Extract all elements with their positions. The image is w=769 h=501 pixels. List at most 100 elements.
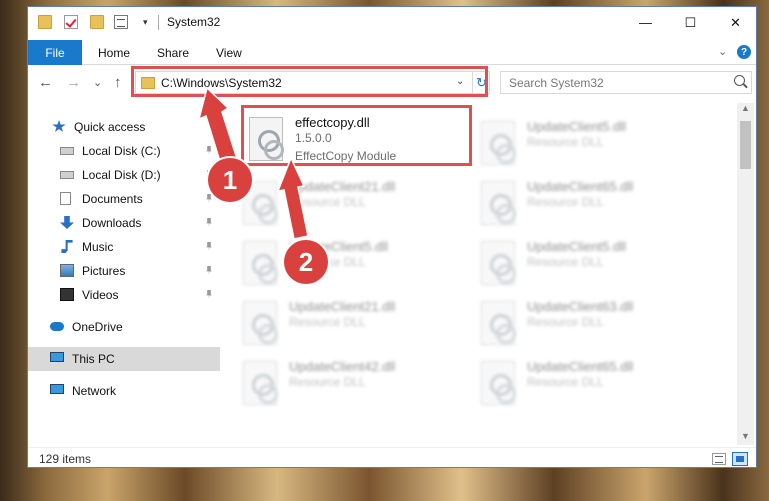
back-button[interactable]: ← [38,74,53,91]
address-path[interactable]: C:\Windows\System32 [161,76,282,90]
close-button[interactable]: ✕ [713,7,756,38]
ribbon-tabs: File Home Share View ⌄ ? [28,38,756,65]
vertical-scrollbar[interactable]: ▲ ▼ [737,103,754,445]
scroll-down-icon[interactable]: ▼ [737,431,754,445]
pin-icon[interactable] [206,146,212,155]
file-type: Resource DLL [527,195,604,209]
qa-customize-dropdown[interactable]: ▾ [143,17,148,28]
minimize-button[interactable]: — [623,7,668,38]
pin-icon[interactable] [206,242,212,251]
refresh-button[interactable]: ↻ [472,72,490,93]
recent-locations-button[interactable]: ⌄ [93,76,102,89]
sidebar-item-music[interactable]: Music [28,235,220,259]
properties-icon[interactable] [114,15,128,29]
up-button[interactable]: ↑ [114,74,122,91]
drive-icon [60,147,74,155]
sidebar-item-label: Documents [82,192,143,206]
file-explorer-window: ▾ System32 — ☐ ✕ File Home Share View ⌄ … [27,6,757,468]
dll-file-icon [481,361,516,405]
title-separator [158,15,159,30]
file-type: Resource DLL [289,315,366,329]
folder-icon [141,77,155,89]
sidebar-item-label: Downloads [82,216,142,230]
file-name: effectcopy.dll [295,115,370,130]
tab-view[interactable]: View [216,46,242,60]
search-input[interactable]: Search System32 [500,71,752,94]
sidebar-item-label: Music [82,240,114,254]
download-icon [60,216,74,229]
step-marker-2: 2 [284,240,328,284]
new-folder-icon[interactable] [90,15,104,29]
file-type: Resource DLL [289,375,366,389]
file-description: EffectCopy Module [295,149,397,163]
sidebar-item-videos[interactable]: Videos [28,283,220,307]
videos-icon [60,288,74,301]
file-item[interactable]: UpdateClient42.dll Resource DLL [243,357,473,415]
file-type: Resource DLL [527,315,604,329]
sidebar-item-documents[interactable]: Documents [28,187,220,211]
sidebar-item-quick-access[interactable]: Quick access [28,115,220,139]
search-icon [734,75,745,86]
star-icon [52,120,66,132]
dll-file-icon [481,121,516,165]
file-name: UpdateClient42.dll [289,359,396,374]
dll-file-icon [481,301,516,345]
help-icon[interactable]: ? [737,45,751,59]
file-name: UpdateClient5.dll [527,239,627,254]
tab-share[interactable]: Share [157,46,189,60]
address-dropdown-icon[interactable]: ⌄ [456,76,464,87]
check-properties-icon[interactable] [64,15,78,29]
maximize-button[interactable]: ☐ [668,7,713,38]
sidebar-item-onedrive[interactable]: OneDrive [28,315,220,339]
sidebar-item-local-disk-d[interactable]: Local Disk (D:) [28,163,220,187]
file-item[interactable]: UpdateClient65.dll Resource DLL [481,177,711,235]
address-bar[interactable]: C:\Windows\System32 ⌄ ↻ [135,71,490,94]
file-item[interactable]: UpdateClient21.dll Resource DLL [243,297,473,355]
dll-file-icon [243,301,278,345]
pin-icon[interactable] [206,290,212,299]
effectcopy-dll-file[interactable]: effectcopy.dll 1.5.0.0 EffectCopy Module [249,113,479,171]
large-icons-view-icon[interactable] [732,452,748,466]
navigation-bar: ← → ⌄ ↑ C:\Windows\System32 ⌄ ↻ Search S… [28,66,756,100]
file-type: Resource DLL [527,255,604,269]
step-marker-1: 1 [208,158,252,202]
file-item[interactable]: UpdateClient5.dll Resource DLL [481,117,711,175]
sidebar-item-label: This PC [72,352,115,366]
file-item[interactable]: UpdateClient21.dll Resource DLL [243,177,473,235]
tab-home[interactable]: Home [98,46,130,60]
document-icon [60,192,71,205]
sidebar-item-network[interactable]: Network [28,379,220,403]
file-type: Resource DLL [527,375,604,389]
status-bar: 129 items [28,447,756,467]
file-item[interactable]: UpdateClient5.dll Resource DLL [481,237,711,295]
window-title: System32 [167,15,221,29]
details-view-icon[interactable] [712,453,726,465]
file-name: UpdateClient65.dll [527,359,634,374]
pin-icon[interactable] [206,194,212,203]
file-item[interactable]: UpdateClient63.dll Resource DLL [481,297,711,355]
file-name: UpdateClient63.dll [527,299,634,314]
cloud-icon [50,322,64,331]
sidebar-item-downloads[interactable]: Downloads [28,211,220,235]
scroll-up-icon[interactable]: ▲ [737,103,754,117]
sidebar-item-pictures[interactable]: Pictures [28,259,220,283]
file-item[interactable]: UpdateClient5.dll Resource DLL [243,237,473,295]
tab-file[interactable]: File [28,40,82,65]
pin-icon[interactable] [206,218,212,227]
file-item[interactable]: UpdateClient65.dll Resource DLL [481,357,711,415]
sidebar-item-label: OneDrive [72,320,123,334]
sidebar-item-label: Videos [82,288,119,302]
sidebar-item-this-pc[interactable]: This PC [28,347,220,371]
scroll-thumb[interactable] [740,121,751,169]
sidebar-item-label: Quick access [74,120,146,134]
sidebar-item-local-disk-c[interactable]: Local Disk (C:) [28,139,220,163]
network-icon [50,384,64,394]
drive-icon [60,171,74,179]
file-type: Resource DLL [289,195,366,209]
pin-icon[interactable] [206,266,212,275]
folder-icon[interactable] [38,15,52,29]
file-name: UpdateClient5.dll [527,119,627,134]
forward-button[interactable]: → [66,74,81,91]
ribbon-expand-icon[interactable]: ⌄ [718,45,727,58]
dll-file-icon [249,117,284,161]
